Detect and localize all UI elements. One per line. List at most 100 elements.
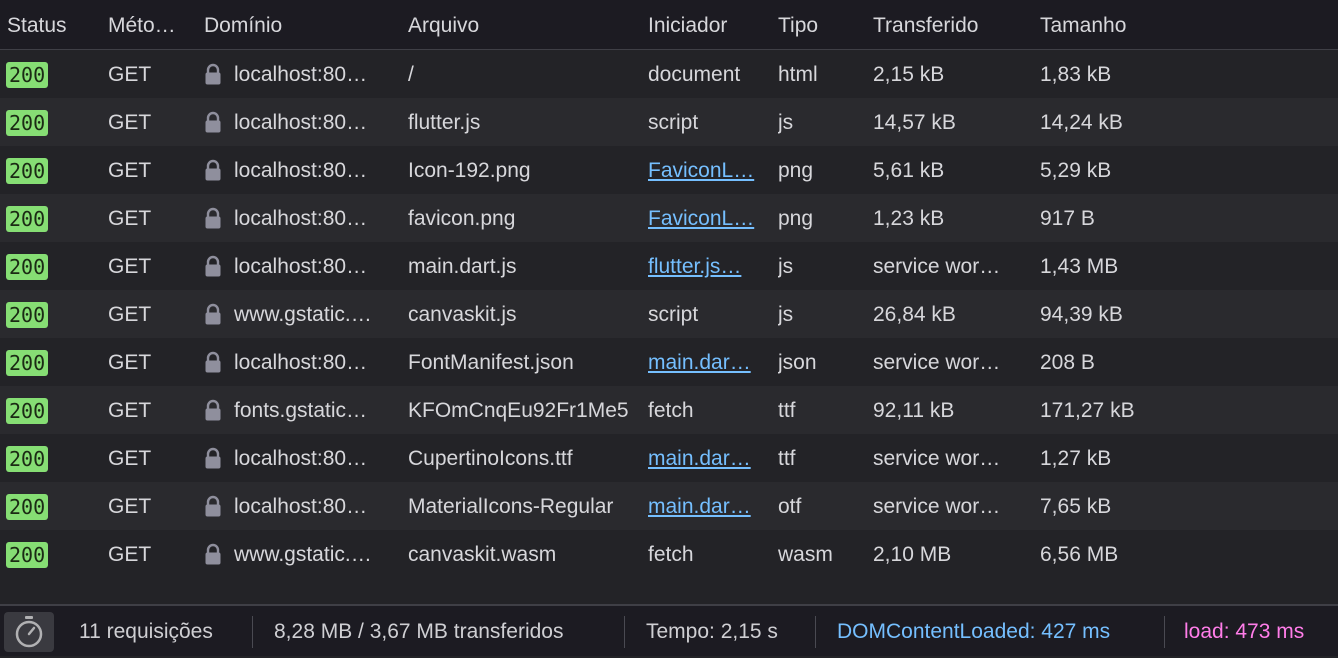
type-cell: js	[778, 303, 794, 326]
file-cell: favicon.png	[408, 207, 516, 230]
domain-cell: localhost:80…	[234, 111, 368, 134]
domain-cell: localhost:80…	[234, 255, 368, 278]
domain-cell: localhost:80…	[234, 351, 368, 374]
initiator-link[interactable]: flutter.js…	[648, 242, 760, 290]
transferred-cell: service wor…	[873, 351, 1001, 374]
type-cell: otf	[778, 495, 802, 518]
table-row[interactable]: 200 GET www.gstatic.… canvaskit.js script js 2…	[0, 290, 1338, 338]
initiator-cell: document	[648, 63, 741, 86]
method-cell: GET	[108, 447, 152, 470]
domain-cell: fonts.gstatic…	[234, 399, 368, 422]
column-header-size[interactable]: Tamanho	[1040, 0, 1240, 49]
transferred-cell: 2,15 kB	[873, 63, 945, 86]
table-row[interactable]: 200 GET localhost:80… flutter.js script js 14,…	[0, 98, 1338, 146]
method-cell: GET	[108, 111, 152, 134]
size-cell: 1,27 kB	[1040, 447, 1112, 470]
size-cell: 1,43 MB	[1040, 255, 1119, 278]
status-bar: 11 requisições 8,28 MB / 3,67 MB transfe…	[0, 604, 1338, 656]
size-cell: 14,24 kB	[1040, 111, 1123, 134]
status-badge: 200	[6, 206, 49, 232]
initiator-cell: script	[648, 111, 699, 134]
domain-cell: localhost:80…	[234, 63, 368, 86]
initiator-cell: fetch	[648, 399, 694, 422]
lock-icon	[204, 303, 222, 325]
initiator-link[interactable]: main.dar…	[648, 338, 760, 386]
initiator-cell: script	[648, 303, 699, 326]
table-row[interactable]: 200 GET www.gstatic.… canvaskit.wasm fetch wa…	[0, 530, 1338, 578]
column-header-initiator[interactable]: Iniciador	[648, 0, 762, 49]
lock-icon	[204, 111, 222, 133]
file-cell: main.dart.js	[408, 255, 517, 278]
method-cell: GET	[108, 495, 152, 518]
file-cell: /	[408, 63, 414, 86]
domain-cell: localhost:80…	[234, 495, 368, 518]
load-time: load: 473 ms	[1184, 620, 1305, 643]
initiator-cell: fetch	[648, 543, 694, 566]
status-badge: 200	[6, 158, 49, 184]
method-cell: GET	[108, 543, 152, 566]
column-header-type[interactable]: Tipo	[778, 0, 858, 49]
status-badge: 200	[6, 446, 49, 472]
status-badge: 200	[6, 254, 49, 280]
method-cell: GET	[108, 351, 152, 374]
lock-icon	[204, 207, 222, 229]
column-header-file[interactable]: Arquivo	[408, 0, 630, 49]
domain-cell: www.gstatic.…	[234, 303, 372, 326]
status-badge: 200	[6, 398, 49, 424]
table-row[interactable]: 200 GET localhost:80… FontManifest.json main…	[0, 338, 1338, 386]
table-row[interactable]: 200 GET fonts.gstatic… KFOmCnqEu92Fr1Me5 fet…	[0, 386, 1338, 434]
status-badge: 200	[6, 302, 49, 328]
size-cell: 6,56 MB	[1040, 543, 1119, 566]
domain-cell: localhost:80…	[234, 207, 368, 230]
domain-cell: www.gstatic.…	[234, 543, 372, 566]
table-row[interactable]: 200 GET localhost:80… / document html 2,15 kB 1…	[0, 50, 1338, 98]
table-row[interactable]: 200 GET localhost:80… Icon-192.png FaviconL……	[0, 146, 1338, 194]
type-cell: json	[778, 351, 817, 374]
lock-icon	[204, 255, 222, 277]
method-cell: GET	[108, 255, 152, 278]
type-cell: png	[778, 207, 814, 230]
lock-icon	[204, 447, 222, 469]
transferred-cell: 2,10 MB	[873, 543, 952, 566]
column-header-method[interactable]: Méto…	[108, 0, 190, 49]
method-cell: GET	[108, 207, 152, 230]
status-badge: 200	[6, 350, 49, 376]
table-row[interactable]: 200 GET localhost:80… MaterialIcons-Regular…	[0, 482, 1338, 530]
type-cell: js	[778, 255, 794, 278]
column-header-domain[interactable]: Domínio	[204, 0, 390, 49]
size-cell: 7,65 kB	[1040, 495, 1112, 518]
type-cell: ttf	[778, 399, 796, 422]
file-cell: canvaskit.wasm	[408, 543, 557, 566]
column-header-status[interactable]: Status	[7, 0, 93, 49]
file-cell: CupertinoIcons.ttf	[408, 447, 573, 470]
lock-icon	[204, 399, 222, 421]
lock-icon	[204, 495, 222, 517]
status-badge: 200	[6, 62, 49, 88]
table-row[interactable]: 200 GET localhost:80… main.dart.js flutter.j…	[0, 242, 1338, 290]
column-header-transferred[interactable]: Transferido	[873, 0, 1023, 49]
lock-icon	[204, 159, 222, 181]
status-badge: 200	[6, 110, 49, 136]
type-cell: html	[778, 63, 818, 86]
method-cell: GET	[108, 63, 152, 86]
stopwatch-icon	[15, 616, 43, 648]
type-cell: png	[778, 159, 814, 182]
file-cell: flutter.js	[408, 111, 481, 134]
request-count: 11 requisições	[79, 620, 213, 643]
table-row[interactable]: 200 GET localhost:80… favicon.png FaviconL… p…	[0, 194, 1338, 242]
transferred-cell: 1,23 kB	[873, 207, 945, 230]
method-cell: GET	[108, 159, 152, 182]
type-cell: ttf	[778, 447, 796, 470]
request-table-header: Status Méto… Domínio Arquivo Iniciador T…	[0, 0, 1338, 50]
type-cell: wasm	[778, 543, 833, 566]
lock-icon	[204, 543, 222, 565]
performance-analysis-button[interactable]	[4, 612, 54, 652]
file-cell: Icon-192.png	[408, 159, 531, 182]
initiator-link[interactable]: main.dar…	[648, 434, 760, 482]
initiator-link[interactable]: FaviconL…	[648, 146, 760, 194]
transferred-cell: 14,57 kB	[873, 111, 956, 134]
initiator-link[interactable]: FaviconL…	[648, 194, 760, 242]
domain-cell: localhost:80…	[234, 447, 368, 470]
initiator-link[interactable]: main.dar…	[648, 482, 760, 530]
table-row[interactable]: 200 GET localhost:80… CupertinoIcons.ttf mai…	[0, 434, 1338, 482]
